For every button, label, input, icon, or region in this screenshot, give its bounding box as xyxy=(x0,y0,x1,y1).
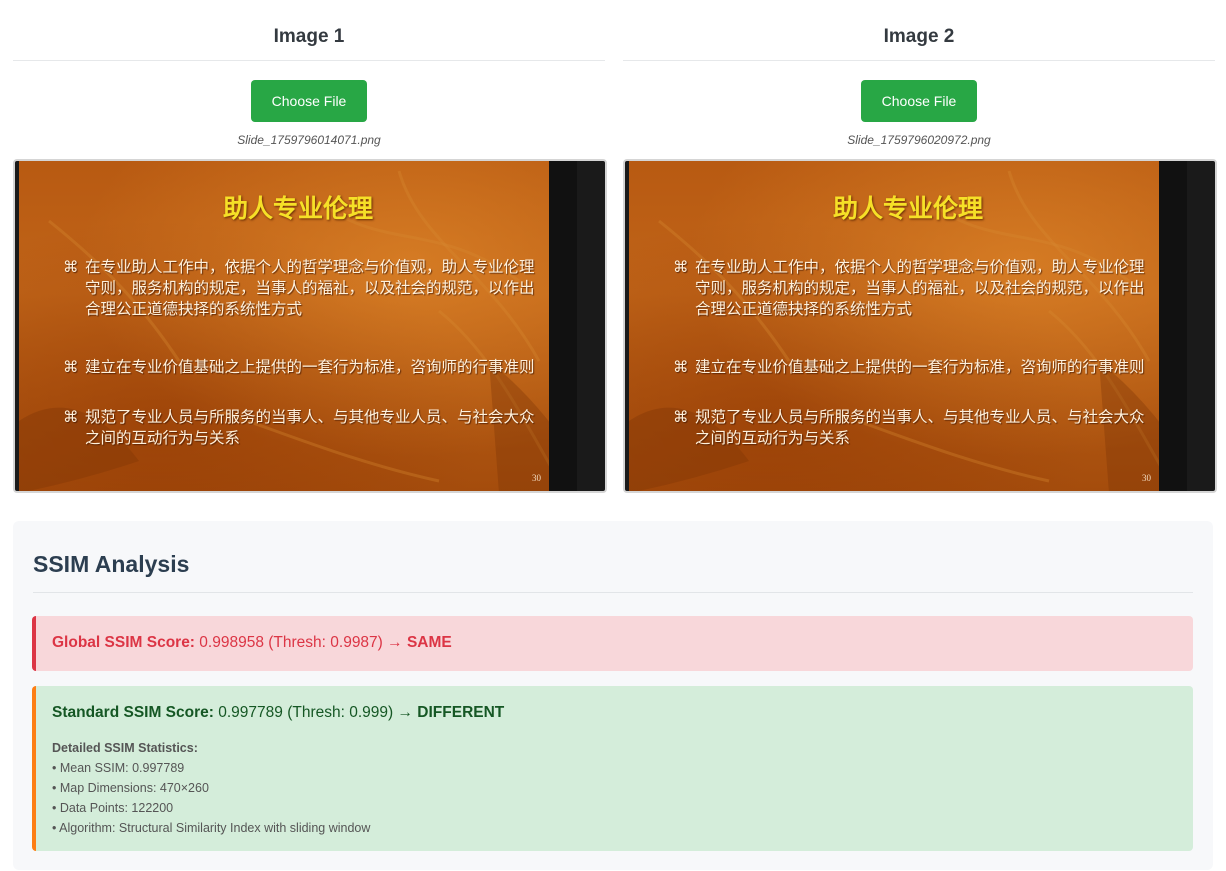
slide-bullet: ⌘ 在专业助人工作中，依据个人的哲学理念与价值观，助人专业伦理守则，服务机构的规… xyxy=(63,257,543,320)
image1-file-name: Slide_1759796014071.png xyxy=(237,133,381,147)
bullet-text: 规范了专业人员与所服务的当事人、与其他专业人员、与社会大众之间的互动行为与关系 xyxy=(85,409,535,447)
bullet-mark: ⌘ xyxy=(63,259,79,276)
slide-title: 助人专业伦理 xyxy=(832,195,983,223)
slide-page-number: 30 xyxy=(1142,473,1151,483)
image2-panel: Image 2 Choose File Slide_1759796020972.… xyxy=(623,0,1217,493)
slide-title: 助人专业伦理 xyxy=(222,195,373,223)
ssim-details: Detailed SSIM Statistics: • Mean SSIM: 0… xyxy=(52,738,1177,838)
standard-ssim-value: 0.997789 (Thresh: 0.999) → xyxy=(218,704,413,721)
bullet-mark: ⌘ xyxy=(673,359,689,376)
slide-bullet: ⌘ 规范了专业人员与所服务的当事人、与其他专业人员、与社会大众之间的互动行为与关… xyxy=(673,407,1153,449)
slide-image: 助人专业伦理 ⌘ 在专业助人工作中，依据个人的哲学理念与价值观，助人专业伦理守则… xyxy=(19,161,577,491)
details-item: • Map Dimensions: 470×260 xyxy=(52,781,209,795)
bullet-text: 建立在专业价值基础之上提供的一套行为标准，咨询师的行事准则 xyxy=(85,359,535,376)
bullet-mark: ⌘ xyxy=(673,259,689,276)
image2-preview: 助人专业伦理 ⌘ 在专业助人工作中，依据个人的哲学理念与价值观，助人专业伦理守则… xyxy=(623,159,1217,493)
bullet-text: 建立在专业价值基础之上提供的一套行为标准，咨询师的行事准则 xyxy=(695,359,1145,376)
standard-ssim-verdict: DIFFERENT xyxy=(417,704,505,721)
standard-ssim-label: Standard SSIM Score: xyxy=(52,704,214,721)
bullet-mark: ⌘ xyxy=(63,409,79,426)
bullet-text: 在专业助人工作中，依据个人的哲学理念与价值观，助人专业伦理守则，服务机构的规定，… xyxy=(85,259,535,318)
image2-choose-file-button[interactable]: Choose File xyxy=(861,80,977,122)
bullet-mark: ⌘ xyxy=(63,359,79,376)
slide-bullet: ⌘ 建立在专业价值基础之上提供的一套行为标准，咨询师的行事准则 xyxy=(63,357,543,378)
ssim-analysis-panel: SSIM Analysis Global SSIM Score: 0.99895… xyxy=(13,521,1213,870)
image1-panel: Image 1 Choose File Slide_1759796014071.… xyxy=(13,0,607,493)
slide-bullet: ⌘ 规范了专业人员与所服务的当事人、与其他专业人员、与社会大众之间的互动行为与关… xyxy=(63,407,543,449)
slide-page-number: 30 xyxy=(532,473,541,483)
slide-image: 助人专业伦理 ⌘ 在专业助人工作中，依据个人的哲学理念与价值观，助人专业伦理守则… xyxy=(629,161,1187,491)
image1-title: Image 1 xyxy=(13,0,605,61)
image2-file-name: Slide_1759796020972.png xyxy=(847,133,991,147)
standard-ssim-result: Standard SSIM Score: 0.997789 (Thresh: 0… xyxy=(32,686,1193,851)
analysis-title: SSIM Analysis xyxy=(33,551,1193,593)
details-item: • Data Points: 122200 xyxy=(52,801,174,815)
bullet-mark: ⌘ xyxy=(673,409,689,426)
details-item: • Mean SSIM: 0.997789 xyxy=(52,761,185,775)
image1-choose-file-button[interactable]: Choose File xyxy=(251,80,367,122)
global-ssim-label: Global SSIM Score: xyxy=(52,634,195,651)
global-ssim-result: Global SSIM Score: 0.998958 (Thresh: 0.9… xyxy=(32,616,1193,671)
details-title: Detailed SSIM Statistics: xyxy=(52,741,198,755)
bullet-text: 规范了专业人员与所服务的当事人、与其他专业人员、与社会大众之间的互动行为与关系 xyxy=(695,409,1145,447)
image1-preview: 助人专业伦理 ⌘ 在专业助人工作中，依据个人的哲学理念与价值观，助人专业伦理守则… xyxy=(13,159,607,493)
slide-bullet: ⌘ 在专业助人工作中，依据个人的哲学理念与价值观，助人专业伦理守则，服务机构的规… xyxy=(673,257,1153,320)
global-ssim-verdict: SAME xyxy=(406,634,452,651)
image2-title: Image 2 xyxy=(623,0,1215,61)
details-item: • Algorithm: Structural Similarity Index… xyxy=(52,821,371,835)
bullet-text: 在专业助人工作中，依据个人的哲学理念与价值观，助人专业伦理守则，服务机构的规定，… xyxy=(695,259,1145,318)
global-ssim-value: 0.998958 (Thresh: 0.9987) → xyxy=(199,634,403,651)
slide-bullet: ⌘ 建立在专业价值基础之上提供的一套行为标准，咨询师的行事准则 xyxy=(673,357,1153,378)
